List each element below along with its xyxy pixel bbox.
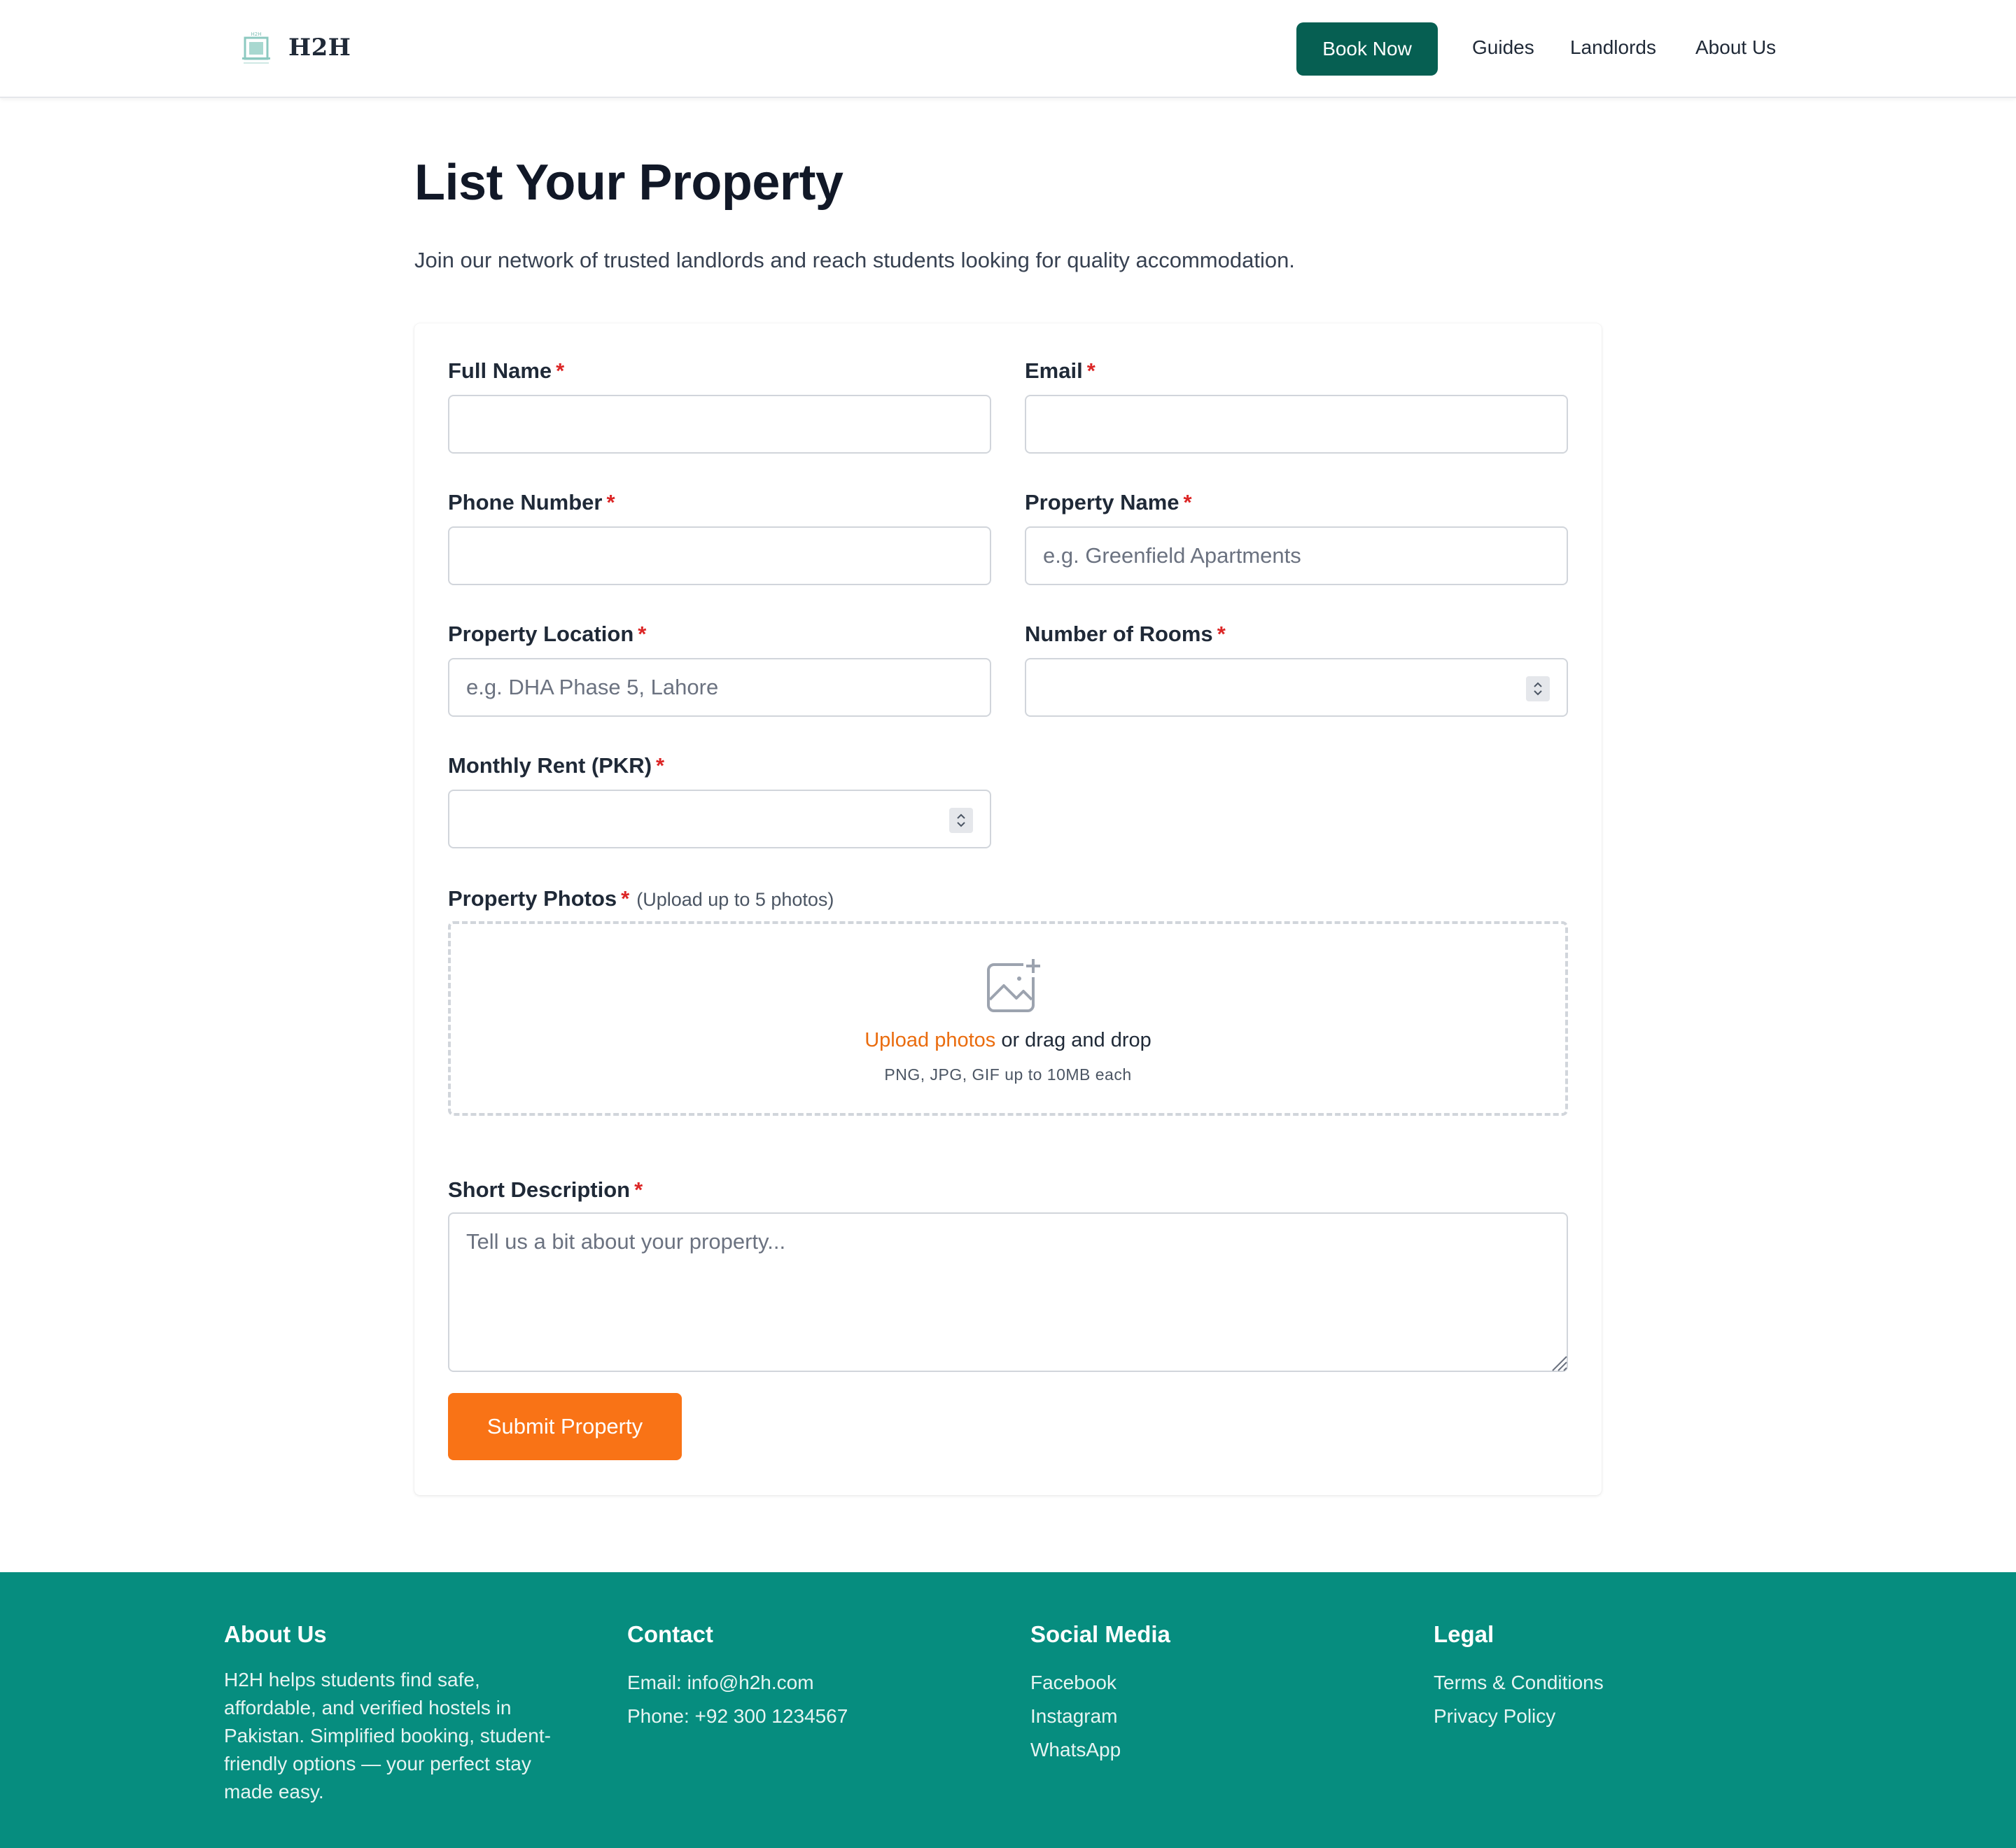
footer-social: Social Media Facebook Instagram WhatsApp — [1030, 1621, 1170, 1767]
up-down-chevron-icon — [957, 813, 965, 827]
up-down-chevron-icon — [1534, 682, 1542, 696]
property-location-input[interactable] — [448, 658, 991, 717]
submit-property-button[interactable]: Submit Property — [448, 1393, 682, 1460]
footer-contact: Contact Email: info@h2h.com Phone: +92 3… — [627, 1621, 848, 1733]
required-mark: * — [1217, 622, 1226, 646]
upload-prompt: Upload photos or drag and drop — [864, 1029, 1152, 1051]
book-now-button[interactable]: Book Now — [1296, 22, 1438, 76]
rooms-number-input[interactable] — [1025, 658, 1568, 717]
upload-file-note: PNG, JPG, GIF up to 10MB each — [884, 1065, 1132, 1084]
nav-about-us[interactable]: About Us — [1695, 36, 1776, 59]
footer-link-terms[interactable]: Terms & Conditions — [1434, 1666, 1604, 1700]
rent-label: Monthly Rent (PKR) * — [448, 753, 665, 778]
footer-contact-email[interactable]: Email: info@h2h.com — [627, 1666, 848, 1700]
required-mark: * — [656, 753, 665, 778]
logo[interactable]: H2H H2H — [239, 29, 351, 66]
description-textarea[interactable] — [448, 1212, 1568, 1372]
nav-landlords[interactable]: Landlords — [1570, 36, 1656, 59]
full-name-input[interactable] — [448, 395, 991, 454]
site-footer: About Us H2H helps students find safe, a… — [0, 1572, 2016, 1848]
required-mark: * — [1086, 358, 1096, 383]
email-label: Email * — [1025, 358, 1096, 383]
upload-photos-link[interactable]: Upload photos — [864, 1029, 995, 1051]
phone-label: Phone Number * — [448, 490, 615, 514]
photos-hint: (Upload up to 5 photos) — [636, 889, 834, 910]
footer-about-text: H2H helps students find safe, affordable… — [224, 1669, 551, 1802]
footer-contact-title: Contact — [627, 1621, 713, 1647]
footer-legal-title: Legal — [1434, 1621, 1494, 1647]
required-mark: * — [556, 358, 565, 383]
email-input[interactable] — [1025, 395, 1568, 454]
required-mark: * — [634, 1177, 643, 1202]
footer-contact-phone[interactable]: Phone: +92 300 1234567 — [627, 1700, 848, 1733]
required-mark: * — [621, 886, 630, 911]
footer-legal: Legal Terms & Conditions Privacy Policy — [1434, 1621, 1604, 1733]
nav-guides[interactable]: Guides — [1472, 36, 1534, 59]
footer-about-title: About Us — [224, 1621, 327, 1647]
footer-link-facebook[interactable]: Facebook — [1030, 1666, 1170, 1700]
rooms-stepper[interactable] — [1526, 676, 1550, 701]
footer-link-whatsapp[interactable]: WhatsApp — [1030, 1733, 1170, 1767]
footer-social-title: Social Media — [1030, 1621, 1170, 1647]
rooms-label: Number of Rooms * — [1025, 622, 1226, 646]
photos-label: Property Photos * (Upload up to 5 photos) — [448, 886, 834, 911]
image-plus-icon — [987, 958, 1043, 1012]
svg-text:H2H: H2H — [251, 31, 262, 37]
rent-stepper[interactable] — [949, 808, 973, 833]
photo-dropzone[interactable]: Upload photos or drag and drop PNG, JPG,… — [448, 921, 1568, 1116]
full-name-label: Full Name * — [448, 358, 565, 383]
property-location-label: Property Location * — [448, 622, 647, 646]
description-label: Short Description * — [448, 1177, 643, 1202]
footer-about: About Us H2H helps students find safe, a… — [224, 1621, 551, 1806]
required-mark: * — [606, 490, 615, 514]
property-name-label: Property Name * — [1025, 490, 1192, 514]
phone-input[interactable] — [448, 526, 991, 585]
property-name-input[interactable] — [1025, 526, 1568, 585]
property-form: Full Name * Email * Phone Number * Property… — [414, 323, 1602, 1495]
building-logo-icon: H2H — [242, 31, 270, 64]
required-mark: * — [638, 622, 647, 646]
rent-number-input[interactable] — [448, 790, 991, 848]
required-mark: * — [1183, 490, 1192, 514]
page-title: List Your Property — [414, 155, 844, 211]
footer-link-privacy[interactable]: Privacy Policy — [1434, 1700, 1604, 1733]
site-header: H2H H2H Book Now Guides Landlords About … — [0, 0, 2016, 98]
page-subtitle: Join our network of trusted landlords an… — [414, 248, 1295, 272]
resize-handle-icon[interactable] — [1550, 1354, 1568, 1372]
footer-link-instagram[interactable]: Instagram — [1030, 1700, 1170, 1733]
brand-name: H2H — [288, 34, 351, 62]
